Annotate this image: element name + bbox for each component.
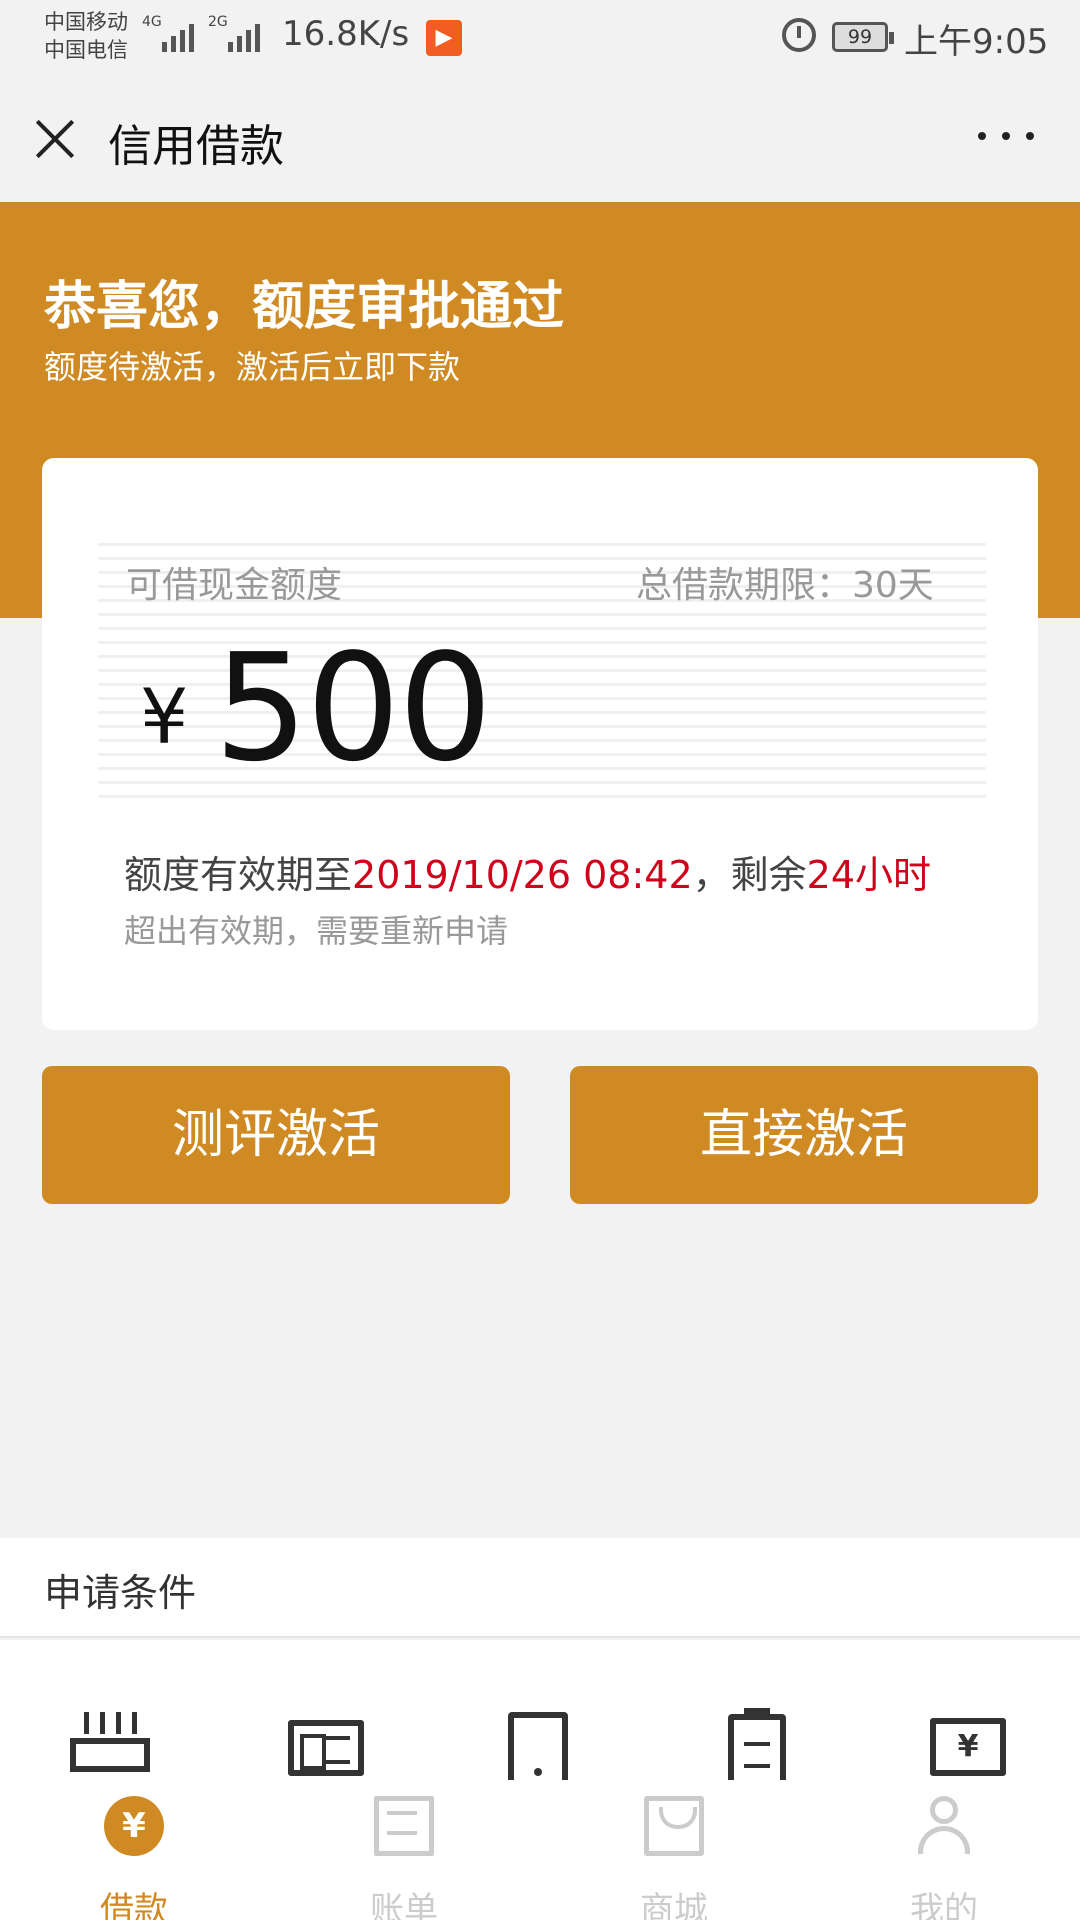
tab-bill[interactable]: 账单 [334,1796,474,1920]
bill-icon [374,1796,434,1856]
alarm-icon [782,18,816,52]
status-time: 上午9:05 [904,22,1049,62]
tab-loan[interactable]: ¥ 借款 [64,1796,204,1920]
carrier-1: 中国移动 [44,10,128,34]
tab-bill-label: 账单 [370,1890,438,1920]
validity-remaining: 24小时 [806,853,931,897]
tab-loan-label: 借款 [100,1890,168,1920]
credit-amount: 500 [214,622,492,794]
tab-mine[interactable]: 我的 [874,1796,1014,1920]
conditions-label: 申请条件 [44,1571,197,1615]
video-app-icon: ▶ [426,20,462,56]
banner-title: 恭喜您，额度审批通过 [44,277,565,337]
carrier-2: 中国电信 [44,38,128,62]
signal-bars-icon [228,18,260,52]
tab-mall-label: 商城 [640,1890,708,1920]
direct-activate-button[interactable]: 直接激活 [570,1066,1038,1204]
signal-type-2: 2G [208,14,228,30]
tab-mine-label: 我的 [910,1890,978,1920]
user-icon [914,1796,974,1856]
page-title: 信用借款 [108,121,284,172]
validity-mid: ，剩余 [692,853,807,897]
evaluate-activate-button[interactable]: 测评激活 [42,1066,510,1204]
loan-yen-icon: ¥ [104,1796,164,1856]
phone-icon [508,1712,568,1788]
carrier-names: 中国移动 中国电信 [44,8,128,64]
status-bar: 中国移动 中国电信 4G 2G 16.8K/s ▶ 99 上午9:05 [0,0,1080,78]
close-icon[interactable] [32,116,78,162]
network-speed: 16.8K/s [282,14,410,54]
validity-prefix: 额度有效期至 [124,853,353,897]
cash-limit-label: 可借现金额度 [126,565,343,606]
router-icon [70,1712,150,1774]
battery-icon: 99 [832,22,894,52]
loan-term-label: 总借款期限：30天 [636,565,934,606]
validity-hint: 超出有效期，需要重新申请 [124,912,509,950]
validity-line: 额度有效期至2019/10/26 08:42，剩余24小时 [124,844,931,899]
mall-bag-icon [644,1796,704,1856]
id-card-icon [288,1720,364,1776]
tab-mall[interactable]: 商城 [604,1796,744,1920]
application-conditions-header: 申请条件 [0,1538,1080,1638]
cash-icon: ¥ [930,1718,1006,1776]
banner-subtitle: 额度待激活，激活后立即下款 [44,348,461,386]
clipboard-icon [728,1708,786,1788]
title-bar: 信用借款 [0,78,1080,202]
signal-bars-icon [162,18,194,52]
validity-date: 2019/10/26 08:42 [352,853,693,897]
signal-type-1: 4G [142,14,162,30]
currency-symbol: ¥ [140,672,189,761]
more-options-icon[interactable] [978,132,1034,148]
